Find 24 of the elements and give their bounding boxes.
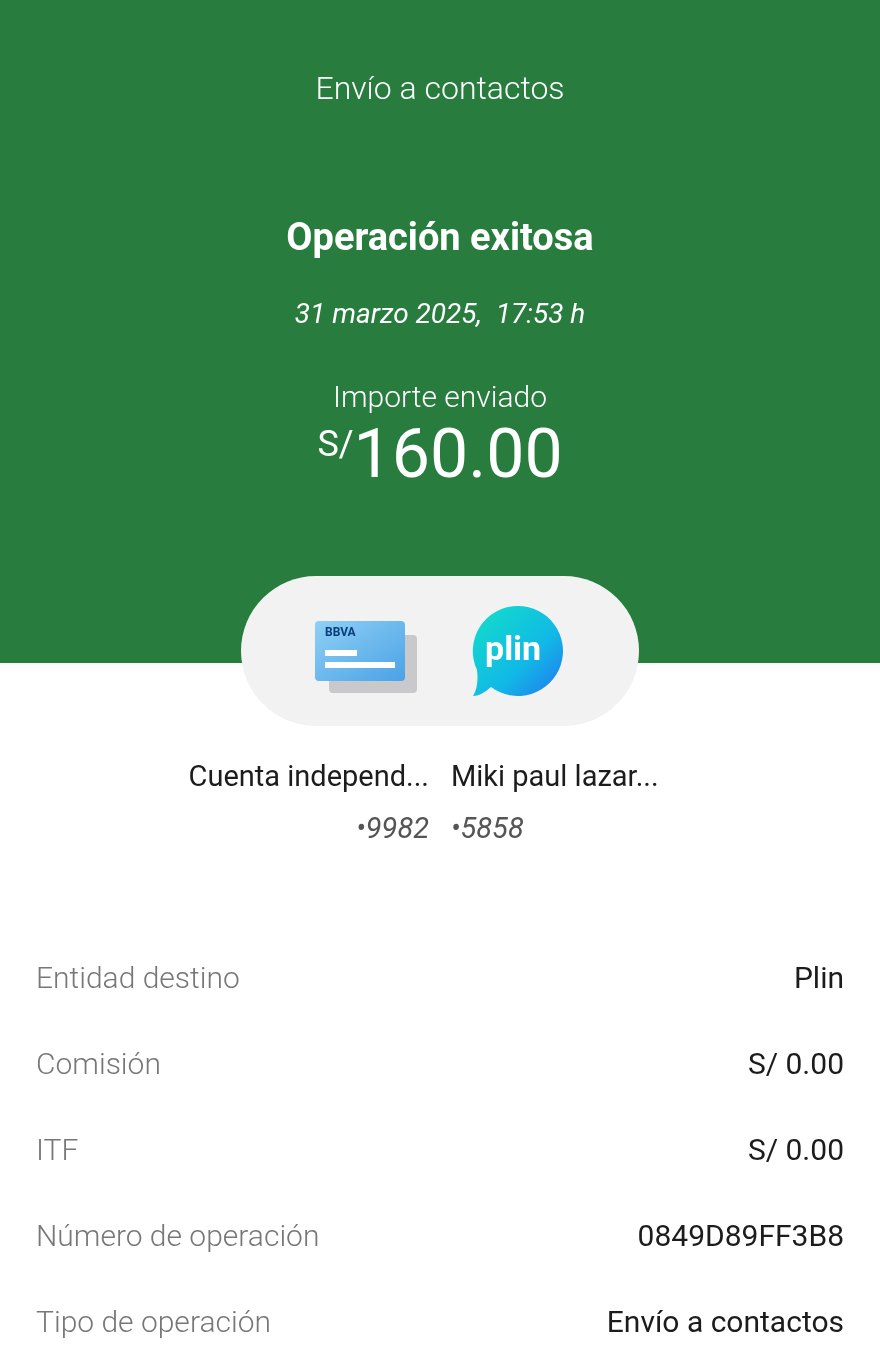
wallet-logo-text: plin (485, 628, 542, 668)
detail-value: S/ 0.00 (747, 1045, 844, 1081)
detail-label: Comisión (36, 1045, 161, 1081)
detail-value: Plin (793, 959, 844, 995)
detail-label: ITF (36, 1131, 79, 1167)
detail-label: Tipo de operación (36, 1303, 271, 1339)
chat-bubble-icon (471, 604, 565, 698)
amount-value: 160.00 (353, 418, 563, 490)
detail-value: Envío a contactos (606, 1303, 844, 1339)
detail-value: S/ 0.00 (747, 1131, 844, 1167)
status-heading: Operación exitosa (286, 214, 594, 260)
detail-label: Entidad destino (36, 959, 240, 995)
amount-label: Importe enviado (332, 378, 548, 416)
detail-label: Número de operación (36, 1217, 320, 1253)
currency-symbol: S/ (317, 424, 354, 464)
bank-logo-text: BBVA (325, 625, 356, 639)
bank-card-icon (315, 621, 419, 695)
recipient-name: Miki paul lazar... (451, 758, 659, 795)
date-time: 31 marzo 2025, 17:53 h (294, 296, 586, 332)
detail-value: 0849D89FF3B8 (637, 1217, 844, 1253)
recipient-number: •5858 (451, 810, 524, 847)
screen-title: Envío a contactos (315, 68, 565, 108)
origin-account-name: Cuenta independ... (188, 758, 429, 795)
origin-account-number: •9982 (356, 810, 429, 847)
